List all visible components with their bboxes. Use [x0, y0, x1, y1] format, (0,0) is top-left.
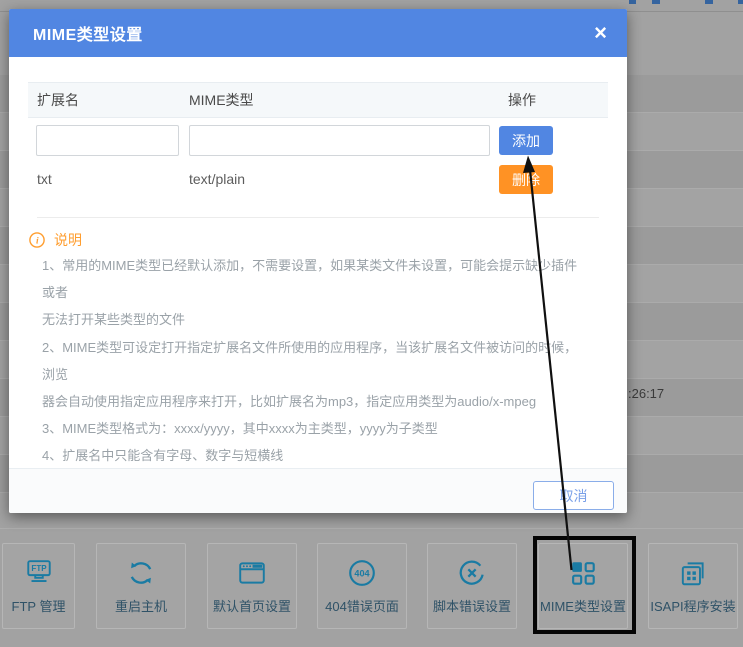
notes-title: 说明	[54, 230, 82, 250]
column-header-mime-type: MIME类型	[189, 83, 254, 117]
svg-text:i: i	[36, 236, 39, 246]
background-button-fragment	[738, 0, 743, 4]
tile-404-error-page[interactable]: 404 404错误页面	[317, 543, 407, 629]
dialog-header: MIME类型设置 ×	[9, 9, 627, 57]
timestamp-fragment: :26:17	[628, 386, 664, 401]
row-extension-value: txt	[37, 171, 52, 187]
tile-mime-type-settings[interactable]: MIME类型设置	[538, 543, 628, 629]
column-header-extension: 扩展名	[37, 83, 79, 117]
dialog-title: MIME类型设置	[33, 21, 143, 45]
tile-script-error[interactable]: 脚本错误设置	[427, 543, 517, 629]
tile-ftp-manage[interactable]: FTP FTP 管理	[2, 543, 75, 629]
restart-arrows-icon	[126, 558, 156, 588]
isapi-stack-icon	[678, 558, 708, 588]
tile-isapi-install[interactable]: ISAPI程序安装	[648, 543, 738, 629]
background-button-fragment	[652, 0, 660, 4]
background-divider	[0, 528, 743, 529]
cancel-button[interactable]: 取消	[533, 481, 614, 510]
mime-settings-dialog: MIME类型设置 × 扩展名 MIME类型 操作 添加 txt text/pla…	[9, 9, 627, 513]
tile-label: 脚本错误设置	[433, 596, 511, 615]
info-icon: i	[29, 232, 45, 248]
row-mime-value: text/plain	[189, 171, 245, 187]
column-header-action: 操作	[508, 83, 536, 117]
tile-label: MIME类型设置	[540, 596, 626, 615]
mime-squares-icon	[568, 558, 598, 588]
delete-button[interactable]: 删除	[499, 165, 553, 194]
ftp-monitor-icon: FTP	[24, 558, 54, 588]
extension-input[interactable]	[36, 125, 179, 156]
table-header-row: 扩展名 MIME类型 操作	[28, 82, 608, 118]
dialog-footer: 取消	[9, 468, 627, 513]
close-icon[interactable]: ×	[594, 22, 607, 44]
note-line: 无法打开某些类型的文件	[42, 306, 582, 333]
mime-type-input[interactable]	[189, 125, 490, 156]
tile-label: ISAPI程序安装	[650, 596, 735, 615]
note-line: 1、常用的MIME类型已经默认添加，不需要设置，如果某类文件未设置，可能会提示缺…	[42, 252, 582, 306]
tile-label: 默认首页设置	[213, 596, 291, 615]
svg-text:FTP: FTP	[31, 563, 47, 572]
tile-label: 重启主机	[115, 596, 167, 615]
note-line: 2、MIME类型可设定打开指定扩展名文件所使用的应用程序，当该扩展名文件被访问的…	[42, 334, 582, 388]
tile-restart-host[interactable]: 重启主机	[96, 543, 186, 629]
note-line: 3、MIME类型格式为：xxxx/yyyy，其中xxxx为主类型，yyyy为子类…	[42, 415, 582, 442]
tile-label: FTP 管理	[12, 596, 66, 615]
notes-header: i 说明	[29, 230, 82, 250]
background-button-fragment	[705, 0, 713, 4]
note-line: 4、扩展名中只能含有字母、数字与短横线	[42, 442, 582, 469]
tile-default-index[interactable]: 默认首页设置	[207, 543, 297, 629]
background-button-fragment	[629, 0, 636, 4]
mime-table-row: txt text/plain 删除	[9, 161, 627, 201]
note-line: 器会自动使用指定应用程序来打开，比如扩展名为mp3，指定应用类型为audio/x…	[42, 388, 582, 415]
notes-list: 1、常用的MIME类型已经默认添加，不需要设置，如果某类文件未设置，可能会提示缺…	[42, 252, 582, 497]
browser-window-icon	[237, 558, 267, 588]
add-button[interactable]: 添加	[499, 126, 553, 155]
section-divider	[37, 217, 599, 218]
error-circle-x-icon	[457, 558, 487, 588]
svg-text:404: 404	[354, 568, 370, 578]
404-circle-icon: 404	[347, 558, 377, 588]
tile-label: 404错误页面	[325, 596, 399, 615]
